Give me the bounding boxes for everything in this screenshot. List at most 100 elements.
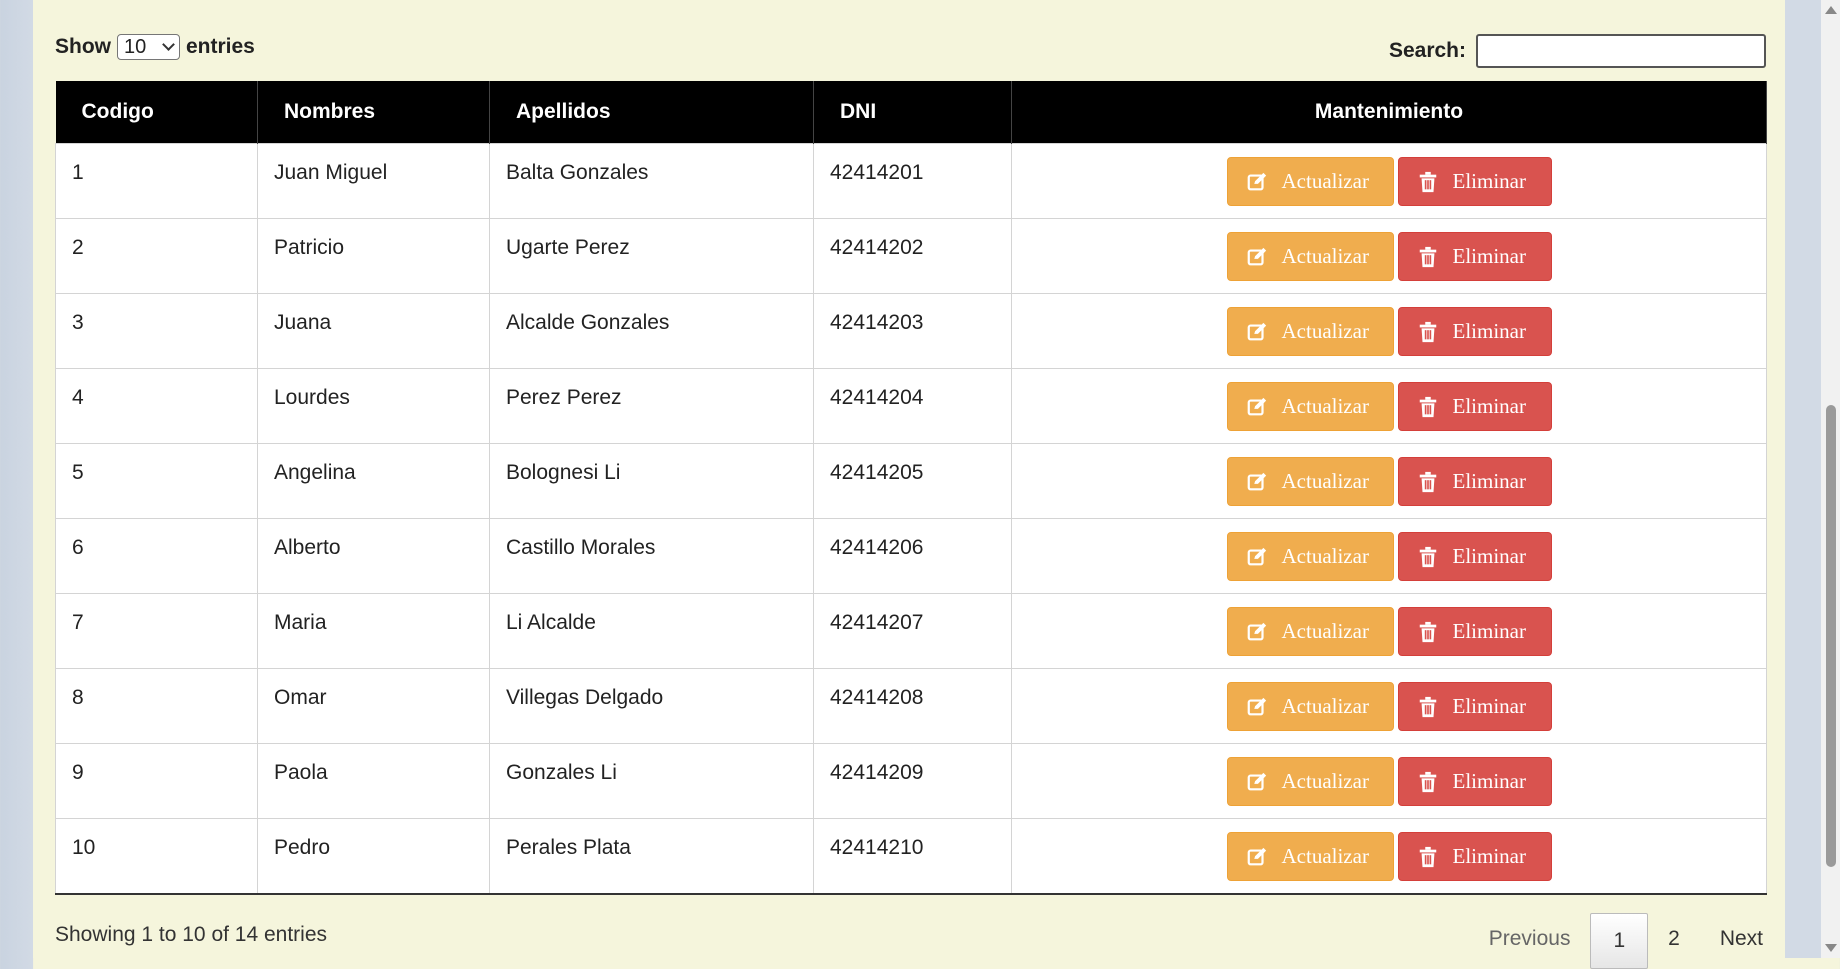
search-input[interactable] (1476, 34, 1766, 68)
pagination: Previous 1 2 Next (1469, 909, 1783, 969)
trash-icon (1419, 396, 1436, 417)
cell-codigo: 7 (55, 593, 258, 669)
cell-codigo: 3 (55, 293, 258, 369)
delete-button[interactable]: Eliminar (1397, 307, 1552, 356)
cell-nombres: Juana (257, 293, 490, 369)
delete-button[interactable]: Eliminar (1397, 532, 1552, 581)
update-button[interactable]: Actualizar (1226, 532, 1394, 581)
page-button-1[interactable]: 1 (1590, 913, 1649, 969)
update-button-label: Actualizar (1281, 319, 1369, 343)
cell-apellidos: Li Alcalde (489, 593, 814, 669)
cell-dni: 42414201 (813, 143, 1012, 219)
delete-button-label: Eliminar (1452, 844, 1526, 868)
trash-icon (1419, 846, 1436, 867)
page-button-2[interactable]: 2 (1648, 913, 1700, 965)
cell-actions: Actualizar Eliminar (1011, 218, 1767, 294)
table-info: Showing 1 to 10 of 14 entries (55, 923, 328, 946)
cell-actions: Actualizar Eliminar (1011, 143, 1767, 219)
right-gutter (1785, 0, 1821, 958)
edit-icon (1247, 697, 1266, 715)
cell-apellidos: Balta Gonzales (489, 143, 814, 219)
cell-apellidos: Castillo Morales (489, 518, 814, 594)
column-header-dni[interactable]: DNI (813, 81, 1012, 144)
cell-nombres: Pedro (257, 818, 490, 895)
table-row: 10 Pedro Perales Plata 42414210 Actualiz… (55, 818, 1767, 895)
update-button[interactable]: Actualizar (1226, 682, 1394, 731)
scroll-down-arrow-icon[interactable] (1825, 944, 1837, 952)
cell-actions: Actualizar Eliminar (1011, 368, 1767, 444)
delete-button[interactable]: Eliminar (1397, 157, 1552, 206)
update-button-label: Actualizar (1281, 469, 1369, 493)
cell-nombres: Patricio (257, 218, 490, 294)
update-button-label: Actualizar (1281, 394, 1369, 418)
cell-nombres: Paola (257, 743, 490, 819)
cell-dni: 42414210 (813, 818, 1012, 895)
cell-actions: Actualizar Eliminar (1011, 443, 1767, 519)
update-button[interactable]: Actualizar (1226, 232, 1394, 281)
update-button-label: Actualizar (1281, 244, 1369, 268)
length-control: Show 10 entries (55, 34, 255, 60)
entries-per-page-select[interactable]: 10 (117, 34, 180, 60)
cell-nombres: Maria (257, 593, 490, 669)
trash-icon (1419, 321, 1436, 342)
cell-codigo: 1 (55, 143, 258, 219)
update-button[interactable]: Actualizar (1226, 382, 1394, 431)
cell-codigo: 8 (55, 668, 258, 744)
delete-button[interactable]: Eliminar (1397, 382, 1552, 431)
cell-codigo: 5 (55, 443, 258, 519)
data-table: Codigo Nombres Apellidos DNI Mantenimien… (55, 81, 1767, 895)
update-button[interactable]: Actualizar (1226, 307, 1394, 356)
update-button-label: Actualizar (1281, 769, 1369, 793)
cell-nombres: Angelina (257, 443, 490, 519)
column-header-nombres[interactable]: Nombres (257, 81, 490, 144)
cell-dni: 42414208 (813, 668, 1012, 744)
delete-button-label: Eliminar (1452, 169, 1526, 193)
delete-button[interactable]: Eliminar (1397, 457, 1552, 506)
vertical-scrollbar[interactable] (1821, 0, 1840, 958)
update-button[interactable]: Actualizar (1226, 607, 1394, 656)
delete-button-label: Eliminar (1452, 694, 1526, 718)
update-button[interactable]: Actualizar (1226, 457, 1394, 506)
trash-icon (1419, 621, 1436, 642)
update-button-label: Actualizar (1281, 544, 1369, 568)
update-button[interactable]: Actualizar (1226, 157, 1394, 206)
edit-icon (1247, 247, 1266, 265)
delete-button[interactable]: Eliminar (1397, 757, 1552, 806)
delete-button[interactable]: Eliminar (1397, 607, 1552, 656)
scroll-thumb[interactable] (1826, 405, 1836, 867)
delete-button[interactable]: Eliminar (1397, 232, 1552, 281)
column-header-codigo[interactable]: Codigo (55, 81, 258, 144)
edit-icon (1247, 622, 1266, 640)
cell-actions: Actualizar Eliminar (1011, 518, 1767, 594)
edit-icon (1247, 172, 1266, 190)
table-header-row: Codigo Nombres Apellidos DNI Mantenimien… (55, 81, 1767, 144)
search-control: Search: (1389, 34, 1766, 68)
table-row: 3 Juana Alcalde Gonzales 42414203 Actual… (55, 293, 1767, 369)
update-button-label: Actualizar (1281, 844, 1369, 868)
cell-dni: 42414205 (813, 443, 1012, 519)
cell-nombres: Alberto (257, 518, 490, 594)
cell-actions: Actualizar Eliminar (1011, 743, 1767, 819)
delete-button[interactable]: Eliminar (1397, 682, 1552, 731)
column-header-apellidos[interactable]: Apellidos (489, 81, 814, 144)
cell-dni: 42414202 (813, 218, 1012, 294)
trash-icon (1419, 171, 1436, 192)
delete-button[interactable]: Eliminar (1397, 832, 1552, 881)
trash-icon (1419, 771, 1436, 792)
update-button[interactable]: Actualizar (1226, 832, 1394, 881)
update-button-label: Actualizar (1281, 169, 1369, 193)
cell-codigo: 4 (55, 368, 258, 444)
cell-nombres: Lourdes (257, 368, 490, 444)
previous-page-button[interactable]: Previous (1469, 913, 1591, 965)
delete-button-label: Eliminar (1452, 319, 1526, 343)
update-button[interactable]: Actualizar (1226, 757, 1394, 806)
chevron-down-icon (162, 38, 175, 51)
cell-apellidos: Ugarte Perez (489, 218, 814, 294)
next-page-button[interactable]: Next (1700, 913, 1783, 965)
scroll-up-arrow-icon[interactable] (1825, 6, 1837, 14)
update-button-label: Actualizar (1281, 694, 1369, 718)
edit-icon (1247, 397, 1266, 415)
cell-nombres: Omar (257, 668, 490, 744)
edit-icon (1247, 547, 1266, 565)
delete-button-label: Eliminar (1452, 619, 1526, 643)
